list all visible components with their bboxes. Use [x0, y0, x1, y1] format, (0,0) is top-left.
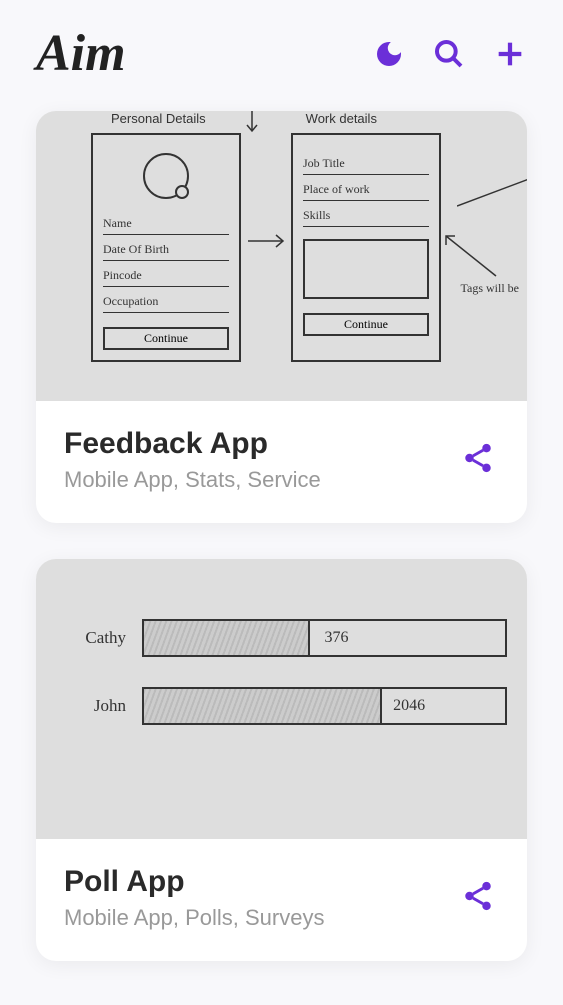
sketch-annotation: Tags will be	[461, 281, 519, 296]
card-body: Feedback App Mobile App, Stats, Service	[36, 401, 527, 523]
poll-sketch: Cathy 376 John 2046	[36, 619, 527, 755]
sketch-button: Continue	[103, 327, 229, 350]
sketch-field: Place of work	[303, 179, 429, 201]
card-tags: Mobile App, Polls, Surveys	[64, 905, 457, 931]
poll-row: Cathy 376	[66, 619, 507, 657]
poll-bar-fill	[144, 689, 382, 723]
share-button[interactable]	[457, 437, 499, 484]
card-title: Feedback App	[64, 427, 457, 461]
poll-name: Cathy	[66, 628, 126, 648]
arrow-pointer-icon	[441, 231, 501, 281]
card-tags: Mobile App, Stats, Service	[64, 467, 457, 493]
project-card[interactable]: Cathy 376 John 2046 Poll App	[36, 559, 527, 961]
search-button[interactable]	[433, 38, 465, 70]
add-button[interactable]	[493, 37, 527, 71]
sketch-button: Continue	[303, 313, 429, 336]
sketch-avatar-circle	[143, 153, 189, 199]
poll-name: John	[66, 696, 126, 716]
card-title: Poll App	[64, 865, 457, 899]
sketch-panel-header: Work details	[306, 111, 377, 126]
card-preview-image: Personal Details Work details Name Date …	[36, 111, 527, 401]
plus-icon	[493, 37, 527, 71]
share-button[interactable]	[457, 875, 499, 922]
sketch-wireframe-panel: Name Date Of Birth Pincode Occupation Co…	[91, 133, 241, 362]
share-icon	[461, 441, 495, 475]
sketch-field: Occupation	[103, 291, 229, 313]
arrow-down-icon	[243, 111, 261, 135]
app-header: Aim	[0, 0, 563, 103]
header-actions	[373, 37, 527, 71]
poll-bar: 376	[142, 619, 507, 657]
sketch-panel-header: Personal Details	[111, 111, 206, 126]
sketch-textarea	[303, 239, 429, 299]
poll-bar: 2046	[142, 687, 507, 725]
sketch-field: Pincode	[103, 265, 229, 287]
project-card[interactable]: Personal Details Work details Name Date …	[36, 111, 527, 523]
arrow-right-icon	[248, 231, 288, 251]
arrow-line-icon	[457, 176, 527, 216]
card-text: Feedback App Mobile App, Stats, Service	[64, 427, 457, 493]
share-icon	[461, 879, 495, 913]
sketch-field: Job Title	[303, 153, 429, 175]
sketch-field: Name	[103, 213, 229, 235]
content-area: Personal Details Work details Name Date …	[0, 103, 563, 1005]
poll-value: 2046	[393, 697, 425, 715]
theme-toggle-button[interactable]	[373, 38, 405, 70]
app-logo: Aim	[36, 24, 126, 83]
poll-row: John 2046	[66, 687, 507, 725]
sketch-field: Skills	[303, 205, 429, 227]
sketch-field: Date Of Birth	[103, 239, 229, 261]
search-icon	[433, 38, 465, 70]
card-body: Poll App Mobile App, Polls, Surveys	[36, 839, 527, 961]
poll-bar-fill	[144, 621, 310, 655]
moon-icon	[373, 38, 405, 70]
card-text: Poll App Mobile App, Polls, Surveys	[64, 865, 457, 931]
poll-value: 376	[325, 629, 349, 647]
sketch-wireframe-panel: Job Title Place of work Skills Continue	[291, 133, 441, 362]
card-preview-image: Cathy 376 John 2046	[36, 559, 527, 839]
